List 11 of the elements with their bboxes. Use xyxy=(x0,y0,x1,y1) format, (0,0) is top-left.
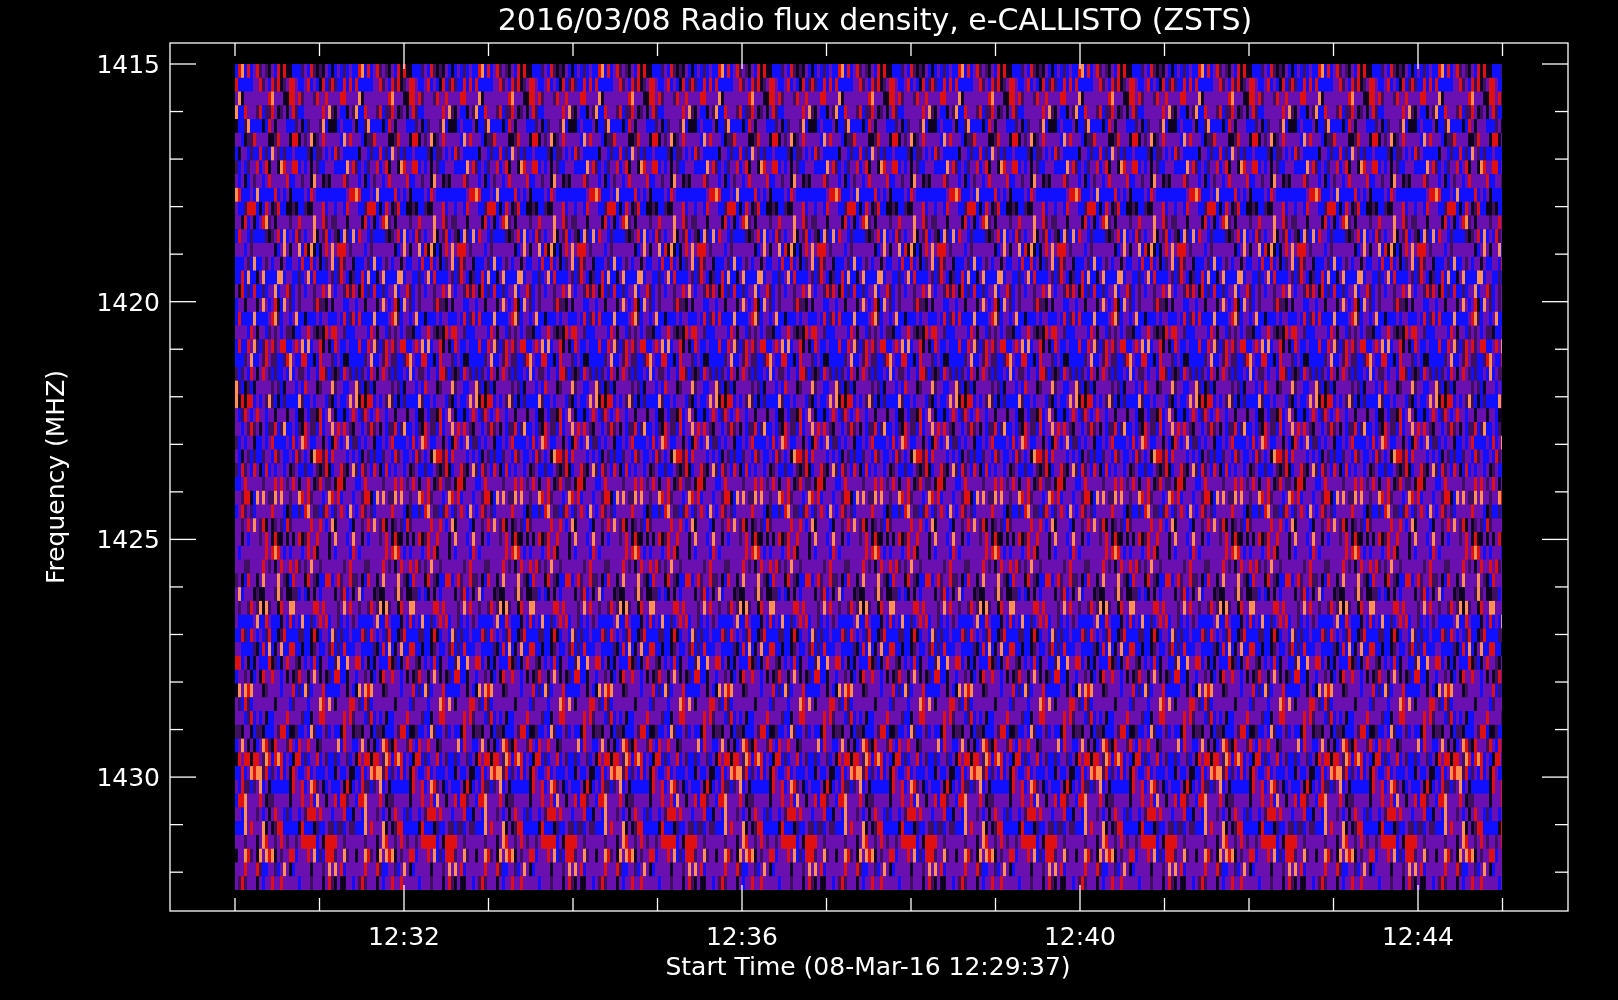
y-tick-label: 1420 xyxy=(96,287,160,317)
y-tick-label: 1415 xyxy=(96,50,160,79)
x-tick-label: 12:40 xyxy=(1044,922,1116,951)
x-tick-label: 12:44 xyxy=(1382,922,1454,951)
y-axis-label: Frequency (MHZ) xyxy=(41,369,70,585)
y-tick-label: 1425 xyxy=(96,525,160,555)
x-tick-label: 12:36 xyxy=(706,922,778,951)
y-tick-label: 1430 xyxy=(96,763,160,793)
x-tick-label: 12:32 xyxy=(368,922,440,951)
chart-title: 2016/03/08 Radio flux density, e-CALLISTO (ZSTS) xyxy=(497,2,1253,37)
x-axis-label: Start Time (08-Mar-16 12:29:37) xyxy=(665,952,1071,981)
